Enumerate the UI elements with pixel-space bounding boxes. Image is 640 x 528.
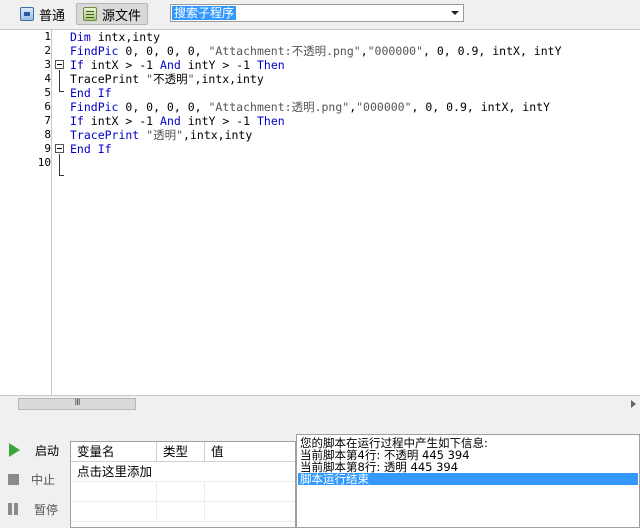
fold-guide [59, 70, 60, 91]
debug-panel: 启动 中止 暂停 变量名 类型 值 点击这里添加 您的脚本在运行过程中产生如下信… [0, 412, 640, 528]
chevron-down-icon[interactable] [451, 11, 459, 15]
fold-toggle-icon[interactable] [55, 60, 64, 69]
normal-view-icon [20, 7, 34, 21]
line-number: 4 [44, 72, 51, 85]
code-line-7: If intX > -1 And intY > -1 Then [70, 114, 285, 128]
code-editor[interactable]: 1 2 3 4 5 6 7 8 9 10 Dim intx,inty FindP… [0, 29, 640, 396]
stop-label: 中止 [31, 472, 56, 487]
line-number: 3 [44, 58, 51, 71]
line-number: 5 [44, 86, 51, 99]
column-header-type[interactable]: 类型 [157, 442, 205, 461]
line-number-gutter: 1 2 3 4 5 6 7 8 9 10 [0, 30, 52, 396]
add-variable-row[interactable]: 点击这里添加 [71, 462, 205, 481]
toolbar: 普通 源文件 搜索子程序 [0, 0, 640, 28]
table-row [71, 502, 295, 522]
start-label: 启动 [35, 443, 60, 458]
line-number: 2 [44, 44, 51, 57]
start-button[interactable]: 启动 [6, 440, 59, 460]
tab-source[interactable]: 源文件 [76, 3, 149, 25]
tab-normal[interactable]: 普通 [14, 3, 71, 25]
stop-button[interactable]: 中止 [6, 469, 55, 489]
variables-header: 变量名 类型 值 [71, 442, 295, 462]
line-number: 6 [44, 100, 51, 113]
code-line-3: If intX > -1 And intY > -1 Then [70, 58, 285, 72]
code-line-4: TracePrint "不透明",intx,inty [70, 72, 264, 86]
column-header-name[interactable]: 变量名 [71, 442, 157, 461]
table-row [71, 482, 295, 502]
source-file-icon [83, 7, 97, 21]
line-number: 9 [44, 142, 51, 155]
fold-end-marker [59, 91, 64, 92]
code-line-1: Dim intx,inty [70, 30, 161, 44]
fold-end-marker [59, 175, 64, 176]
line-number: 8 [44, 128, 51, 141]
subroutine-search-value: 搜索子程序 [172, 6, 237, 20]
code-line-2: FindPic 0, 0, 0, 0, "Attachment:不透明.png"… [70, 44, 562, 58]
code-line-6: FindPic 0, 0, 0, 0, "Attachment:透明.png",… [70, 100, 550, 114]
stop-icon [8, 473, 19, 485]
table-row[interactable]: 点击这里添加 [71, 462, 295, 482]
pause-label: 暂停 [34, 502, 59, 517]
tab-source-label: 源文件 [102, 8, 142, 24]
play-icon [9, 443, 20, 457]
pause-button[interactable]: 暂停 [6, 499, 58, 519]
scroll-right-icon[interactable] [631, 400, 636, 408]
log-line-selected[interactable]: 脚本运行结束 [298, 473, 638, 485]
tab-normal-label: 普通 [39, 8, 66, 24]
line-number: 1 [44, 30, 51, 43]
horizontal-scrollbar[interactable]: III [0, 395, 640, 412]
variables-table: 变量名 类型 值 点击这里添加 [70, 441, 296, 528]
scrollbar-thumb[interactable]: III [18, 398, 136, 410]
column-header-value[interactable]: 值 [205, 442, 295, 461]
code-line-9: End If [70, 142, 112, 156]
fold-toggle-icon[interactable] [55, 144, 64, 153]
fold-guide [59, 154, 60, 175]
pause-icon [8, 502, 22, 516]
line-number: 7 [44, 114, 51, 127]
code-line-8: TracePrint "透明",intx,inty [70, 128, 253, 142]
line-number: 10 [37, 156, 51, 169]
output-log: 您的脚本在运行过程中产生如下信息: 当前脚本第4行: 不透明 445 394 当… [296, 434, 640, 528]
subroutine-search-combo[interactable]: 搜索子程序 [170, 4, 464, 22]
code-line-5: End If [70, 86, 112, 100]
